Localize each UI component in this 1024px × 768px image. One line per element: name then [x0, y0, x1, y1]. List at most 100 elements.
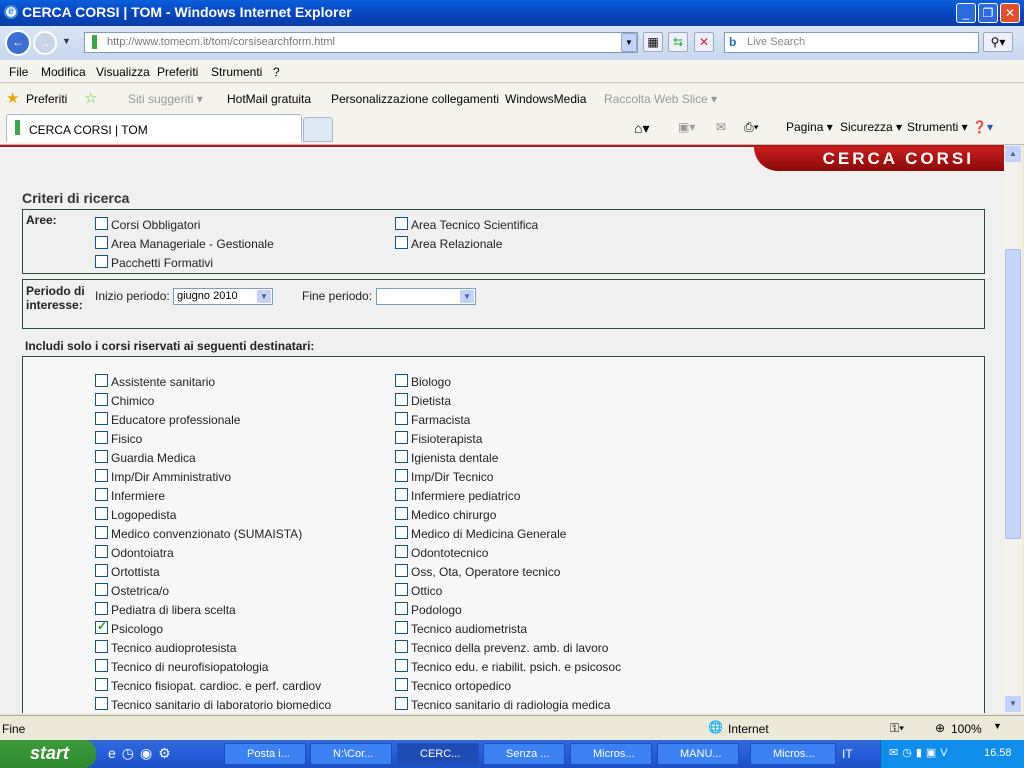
menu-preferiti[interactable]: Preferiti — [157, 65, 198, 79]
quick-launch-icons[interactable]: e◷◉⚙ — [108, 745, 177, 762]
destinatario-checkbox[interactable] — [95, 545, 108, 558]
taskbar-button[interactable]: N:\Cor... — [310, 743, 392, 765]
destinatario-checkbox[interactable] — [95, 374, 108, 387]
area-checkbox[interactable] — [95, 236, 108, 249]
protected-mode-icon[interactable]: ⚿▾ — [890, 721, 904, 736]
scroll-thumb[interactable] — [1005, 249, 1021, 539]
tab-cerca-corsi[interactable]: CERCA CORSI | TOM — [6, 114, 302, 142]
restore-button[interactable]: ❐ — [978, 3, 998, 23]
fav-link-personalizzazione[interactable]: Personalizzazione collegamenti — [331, 92, 499, 106]
taskbar-button[interactable]: Micros... — [750, 743, 836, 765]
fine-periodo-select[interactable]: ▼ — [376, 288, 476, 305]
address-input[interactable]: http://www.tomecm.it/tom/corsisearchform… — [84, 32, 638, 53]
destinatario-checkbox[interactable] — [395, 564, 408, 577]
address-dropdown-button[interactable]: ▼ — [621, 33, 637, 52]
search-button[interactable]: ⚲▾ — [983, 32, 1013, 52]
destinatario-label: Tecnico audiometrista — [411, 622, 528, 636]
stop-button[interactable]: ✕ — [694, 32, 714, 52]
compatibility-icon[interactable]: ▦ — [643, 32, 663, 52]
back-button[interactable]: ← — [5, 30, 31, 56]
destinatario-checkbox[interactable] — [395, 431, 408, 444]
menu-bar: File Modifica Visualizza Preferiti Strum… — [0, 60, 1024, 83]
search-input[interactable]: Live Search — [724, 32, 979, 53]
refresh-button[interactable]: ⇆ — [668, 32, 688, 52]
destinatario-checkbox[interactable] — [395, 545, 408, 558]
destinatario-checkbox[interactable] — [395, 469, 408, 482]
destinatario-checkbox[interactable] — [395, 640, 408, 653]
print-icon[interactable]: ⎙▾ — [744, 120, 759, 135]
destinatario-checkbox[interactable] — [395, 507, 408, 520]
area-checkbox[interactable] — [95, 217, 108, 230]
destinatario-checkbox[interactable] — [95, 507, 108, 520]
destinatario-checkbox[interactable] — [95, 469, 108, 482]
scroll-down-button[interactable]: ▼ — [1005, 696, 1021, 712]
cmd-strumenti[interactable]: Strumenti ▾ — [907, 120, 968, 134]
cmd-pagina[interactable]: Pagina ▾ — [786, 120, 833, 134]
destinatario-checkbox[interactable] — [395, 602, 408, 615]
fav-link-suggested[interactable]: Siti suggeriti ▾ — [128, 92, 203, 106]
menu-strumenti[interactable]: Strumenti — [211, 65, 262, 79]
taskbar-button[interactable]: MANU... — [657, 743, 739, 765]
destinatario-checkbox[interactable] — [395, 374, 408, 387]
destinatario-label: Educatore professionale — [111, 413, 241, 427]
destinatario-checkbox[interactable] — [395, 488, 408, 501]
favorites-button[interactable]: Preferiti — [26, 92, 67, 106]
help-icon[interactable]: ❓▾ — [972, 120, 993, 134]
destinatario-checkbox[interactable] — [95, 659, 108, 672]
taskbar-button[interactable]: CERC... — [397, 743, 479, 765]
feeds-icon[interactable]: ▣▾ — [678, 120, 695, 134]
home-icon[interactable]: ⌂▾ — [634, 120, 649, 137]
destinatario-checkbox[interactable] — [395, 450, 408, 463]
destinatario-checkbox[interactable] — [95, 640, 108, 653]
history-dropdown-icon[interactable]: ▼ — [62, 36, 71, 46]
area-checkbox[interactable] — [395, 236, 408, 249]
new-tab-button[interactable] — [303, 117, 333, 142]
cmd-sicurezza[interactable]: Sicurezza ▾ — [840, 120, 902, 134]
destinatario-checkbox[interactable] — [95, 488, 108, 501]
inizio-periodo-select[interactable]: giugno 2010 ▼ — [173, 288, 273, 305]
taskbar-button[interactable]: Posta i... — [224, 743, 306, 765]
destinatario-checkbox[interactable] — [395, 678, 408, 691]
destinatario-checkbox[interactable] — [95, 393, 108, 406]
destinatario-checkbox[interactable] — [95, 431, 108, 444]
destinatario-checkbox[interactable] — [395, 583, 408, 596]
destinatario-checkbox[interactable] — [395, 526, 408, 539]
area-checkbox[interactable] — [95, 255, 108, 268]
destinatario-checkbox[interactable] — [95, 564, 108, 577]
zoom-level[interactable]: 100% — [951, 722, 982, 736]
language-indicator[interactable]: IT — [842, 747, 853, 761]
destinatario-checkbox[interactable] — [395, 393, 408, 406]
scroll-up-button[interactable]: ▲ — [1005, 146, 1021, 162]
taskbar-button[interactable]: Senza ... — [483, 743, 565, 765]
minimize-button[interactable]: _ — [956, 3, 976, 23]
vertical-scrollbar[interactable]: ▲ ▼ — [1004, 145, 1022, 713]
fav-link-webslice[interactable]: Raccolta Web Slice ▾ — [604, 92, 717, 106]
destinatario-checkbox[interactable] — [395, 412, 408, 425]
destinatario-checkbox[interactable] — [95, 602, 108, 615]
forward-button[interactable]: → — [33, 31, 57, 55]
destinatario-checkbox[interactable] — [95, 583, 108, 596]
destinatario-checkbox[interactable] — [395, 659, 408, 672]
area-checkbox[interactable] — [395, 217, 408, 230]
taskbar-button[interactable]: Micros... — [570, 743, 652, 765]
destinatario-checkbox[interactable] — [95, 412, 108, 425]
tray-icons[interactable]: ✉◷▮▣V — [889, 746, 952, 759]
destinatario-checkbox[interactable] — [95, 678, 108, 691]
menu-visualizza[interactable]: Visualizza — [96, 65, 150, 79]
close-button[interactable]: ✕ — [1000, 3, 1020, 23]
fav-link-hotmail[interactable]: HotMail gratuita — [227, 92, 311, 106]
zoom-dropdown-icon[interactable]: ▼ — [993, 721, 1002, 731]
start-button[interactable]: start — [0, 740, 96, 768]
destinatario-checkbox[interactable] — [95, 450, 108, 463]
menu-modifica[interactable]: Modifica — [41, 65, 86, 79]
destinatario-checkbox[interactable] — [395, 621, 408, 634]
menu-file[interactable]: File — [9, 65, 28, 79]
destinatario-checkbox[interactable] — [395, 697, 408, 710]
destinatario-checkbox[interactable] — [95, 697, 108, 710]
add-favorite-icon[interactable]: ☆ — [84, 89, 97, 107]
mail-icon[interactable]: ✉ — [716, 120, 726, 134]
menu-help[interactable]: ? — [273, 65, 280, 79]
destinatario-checkbox[interactable] — [95, 526, 108, 539]
destinatario-checkbox[interactable] — [95, 619, 108, 634]
fav-link-windowsmedia[interactable]: WindowsMedia — [505, 92, 586, 106]
